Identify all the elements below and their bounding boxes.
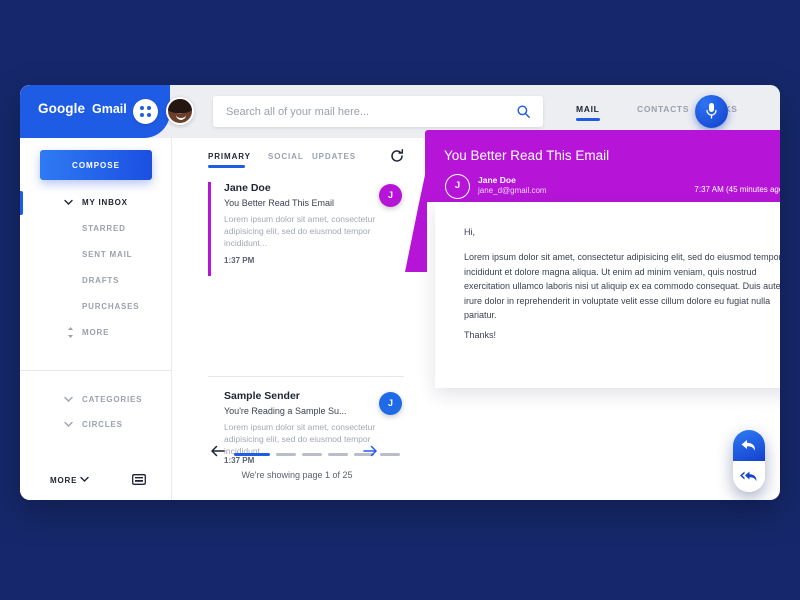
- page-dash-2[interactable]: [276, 453, 296, 456]
- sidebar-group-categories[interactable]: CATEGORIES: [20, 388, 172, 412]
- email-signoff: Thanks!: [464, 330, 497, 340]
- chevron-down-icon: [64, 421, 73, 427]
- sidebar-divider: [20, 370, 172, 371]
- apps-grid-dots: [140, 106, 151, 117]
- reply-button[interactable]: [733, 430, 765, 461]
- avatar[interactable]: [166, 97, 194, 125]
- chevron-down-icon[interactable]: [80, 476, 89, 483]
- sidebar-more-label[interactable]: MORE: [50, 476, 77, 485]
- sidebar-group-circles[interactable]: CIRCLES: [20, 413, 172, 437]
- microphone-button[interactable]: [695, 95, 728, 128]
- search-icon[interactable]: [516, 104, 531, 119]
- up-down-arrows-icon: [68, 327, 73, 338]
- tab-updates[interactable]: UPDATES: [312, 152, 356, 161]
- reply-fab: [733, 430, 765, 492]
- page-dash-1[interactable]: [234, 453, 270, 456]
- mail-time: 1:37 PM: [224, 256, 255, 265]
- sidebar-item-drafts[interactable]: DRAFTS: [20, 268, 172, 294]
- mail-subject: You Better Read This Email: [224, 198, 335, 208]
- microphone-icon: [706, 103, 717, 119]
- compose-button[interactable]: COMPOSE: [40, 150, 152, 180]
- pagination-status: We're showing page 1 of 25: [241, 470, 353, 480]
- sidebar-item-label: SENT MAIL: [82, 250, 133, 259]
- mail-list-column: PRIMARY SOCIAL UPDATES Jane Doe You Bett…: [172, 138, 422, 500]
- page-dash-3[interactable]: [302, 453, 322, 456]
- reader-from-email: jane_d@gmail.com: [478, 186, 547, 195]
- mail-avatar[interactable]: J: [379, 392, 402, 415]
- sidebar-item-sent-mail[interactable]: SENT MAIL: [20, 242, 172, 268]
- list-tab-active-indicator: [208, 165, 245, 168]
- tab-active-indicator: [576, 118, 600, 121]
- gmail-window: Google Gmail MAIL CONTACTS: [20, 85, 780, 500]
- gmail-logo: Gmail: [92, 102, 127, 116]
- chevron-down-icon: [64, 199, 73, 205]
- reader-timestamp: 7:37 AM (45 minutes ago): [694, 185, 780, 194]
- tab-mail[interactable]: MAIL: [576, 104, 600, 114]
- avatar-smile: [176, 115, 186, 120]
- app-root: Google Gmail MAIL CONTACTS: [0, 0, 800, 600]
- mail-avatar[interactable]: J: [379, 184, 402, 207]
- reply-all-button[interactable]: [733, 461, 765, 492]
- reader-bubble-tail: [405, 132, 427, 272]
- email-reader: You Better Read This Email J Jane Doe ja…: [405, 130, 780, 400]
- selected-accent-bar: [208, 182, 211, 276]
- arrow-right-icon[interactable]: [362, 444, 378, 458]
- email-paragraph: Lorem ipsum dolor sit amet, consectetur …: [464, 252, 780, 320]
- sidebar-item-purchases[interactable]: PURCHASES: [20, 294, 172, 320]
- sidebar-group-label: CIRCLES: [82, 420, 123, 429]
- reader-body: Hi, Lorem ipsum dolor sit amet, consecte…: [435, 202, 780, 388]
- reply-all-arrow-icon: [740, 471, 757, 482]
- keyboard-icon[interactable]: [132, 474, 146, 485]
- active-indicator: [20, 191, 23, 215]
- chevron-down-icon: [64, 396, 73, 402]
- tab-primary[interactable]: PRIMARY: [208, 152, 251, 161]
- sidebar-item-my-inbox[interactable]: MY INBOX: [20, 190, 172, 216]
- tab-contacts[interactable]: CONTACTS: [637, 104, 689, 114]
- reader-from-name: Jane Doe: [478, 175, 516, 185]
- page-dash-4[interactable]: [328, 453, 348, 456]
- sidebar-item-label: MY INBOX: [82, 198, 128, 207]
- apps-grid-icon[interactable]: [133, 99, 158, 124]
- avatar-hair: [168, 99, 192, 113]
- sidebar-item-label: STARRED: [82, 224, 126, 233]
- sidebar-item-starred[interactable]: STARRED: [20, 216, 172, 242]
- sidebar-item-label: DRAFTS: [82, 276, 120, 285]
- reader-avatar: J: [445, 174, 470, 199]
- sidebar-item-more[interactable]: MORE: [20, 320, 172, 346]
- arrow-left-icon[interactable]: [210, 444, 226, 458]
- sidebar-item-label: MORE: [82, 328, 110, 337]
- search-box[interactable]: [213, 96, 543, 127]
- mail-snippet: Lorem ipsum dolor sit amet, consectetur …: [224, 214, 376, 248]
- mail-list-tabs: PRIMARY SOCIAL UPDATES: [172, 138, 422, 176]
- refresh-icon[interactable]: [390, 149, 404, 163]
- pagination: We're showing page 1 of 25: [172, 438, 422, 500]
- mail-subject: You're Reading a Sample Su...: [224, 406, 347, 416]
- sidebar: COMPOSE MY INBOX STARRED SENT MAIL DRAFT…: [20, 138, 172, 500]
- mail-sender: Jane Doe: [224, 182, 271, 194]
- tab-social[interactable]: SOCIAL: [268, 152, 304, 161]
- email-title: You Better Read This Email: [444, 148, 610, 163]
- mail-list-item-0[interactable]: Jane Doe You Better Read This Email Lore…: [172, 182, 422, 276]
- mail-list-divider: [208, 376, 404, 377]
- sidebar-group-label: CATEGORIES: [82, 395, 143, 404]
- search-input[interactable]: [226, 96, 506, 127]
- reply-arrow-icon: [741, 440, 756, 451]
- page-dash-6[interactable]: [380, 453, 400, 456]
- sidebar-item-label: PURCHASES: [82, 302, 140, 311]
- google-logo: Google: [38, 101, 86, 116]
- sidebar-footer: MORE: [20, 463, 172, 500]
- email-greeting: Hi,: [464, 227, 475, 237]
- mail-sender: Sample Sender: [224, 390, 300, 402]
